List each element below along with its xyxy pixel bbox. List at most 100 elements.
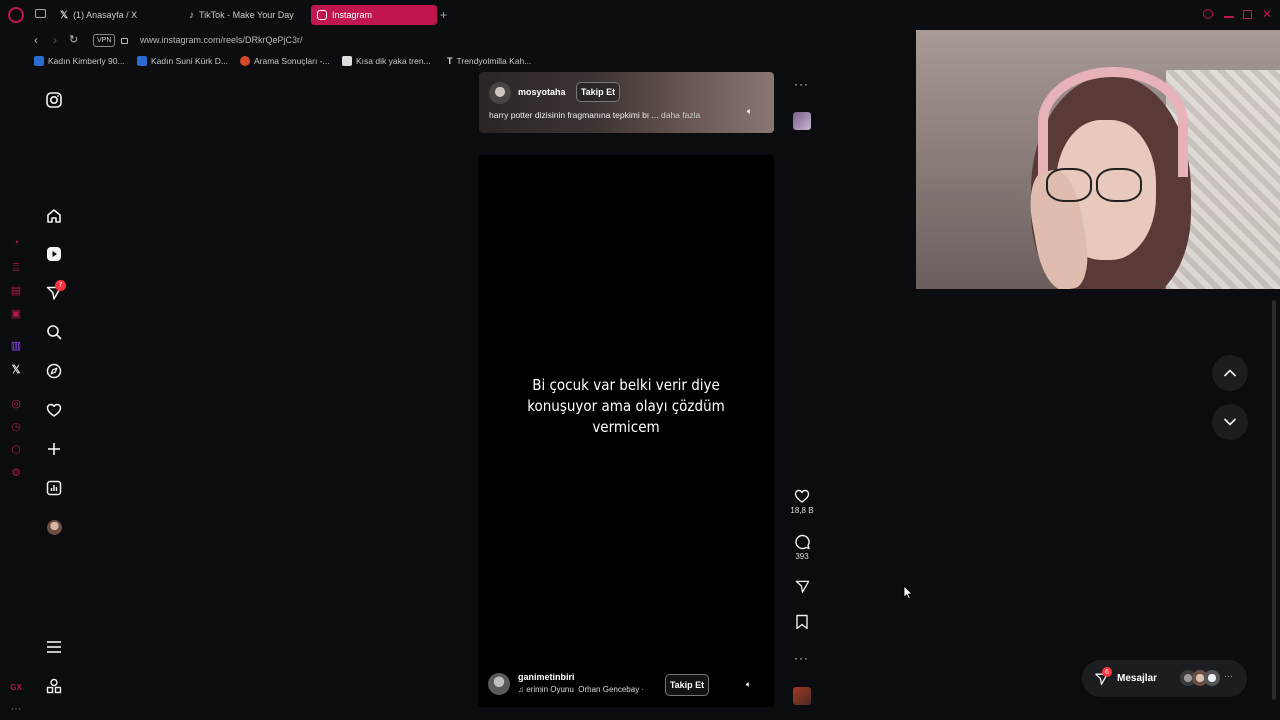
speed-dial-icon[interactable]: ◔ xyxy=(9,236,23,250)
tab-grid-icon[interactable] xyxy=(35,9,46,18)
bookmarks-bar: Kadın Kimberly 90... Kadın Suni Kürk D..… xyxy=(0,52,912,72)
gx-icon[interactable]: GX xyxy=(9,680,23,694)
back-icon[interactable]: ‹ xyxy=(34,33,38,47)
search-icon[interactable] xyxy=(43,321,65,343)
vpn-badge[interactable]: VPN xyxy=(93,34,116,47)
messages-label: Mesajlar xyxy=(1117,673,1158,684)
messages-icon[interactable]: 7 xyxy=(43,280,66,304)
tab-label: TikTok - Make Your Day xyxy=(199,10,294,20)
follow-button[interactable]: Takip Et xyxy=(576,82,620,102)
address-bar: ‹ › ↻ VPN www.instagram.com/reels/DRkrQe… xyxy=(0,30,912,52)
comment-icon[interactable] xyxy=(794,534,811,550)
reel-caption: harry potter dizisinin fragmanına tepkim… xyxy=(489,110,700,120)
bookmark-label: Trendyolmilla Kah... xyxy=(456,56,532,66)
messenger-icon[interactable]: ▣ xyxy=(9,306,23,320)
like-count: 18,8 B xyxy=(790,506,814,515)
heart-icon[interactable] xyxy=(793,488,811,504)
more-options-icon[interactable]: ··· xyxy=(794,77,809,91)
contact-avatar[interactable] xyxy=(1204,670,1220,686)
reels-icon[interactable] xyxy=(43,243,65,265)
bookmark-favicon-icon xyxy=(34,56,44,66)
share-action[interactable] xyxy=(790,579,814,594)
audio-thumbnail[interactable] xyxy=(793,112,811,130)
lock-icon xyxy=(121,38,128,44)
browser-tab-bar: 𝕏 (1) Anasayfa / X ♪ TikTok - Make Your … xyxy=(0,0,1280,30)
bookmark-label: Arama Sonuçları -... xyxy=(254,56,330,66)
more-link[interactable]: daha fazla xyxy=(661,110,700,120)
explore-icon[interactable] xyxy=(43,360,65,382)
opera-sidebar: ◔ ♖ ▤ ▣ ▥ 𝕏 ◎ ◷ ⬡ ⚙ GX ··· xyxy=(0,30,32,720)
bookmark-item[interactable]: Arama Sonuçları -... xyxy=(240,56,330,66)
username[interactable]: ganimetinbiri xyxy=(518,672,575,682)
tab-x[interactable]: 𝕏 (1) Anasayfa / X xyxy=(54,5,182,25)
opera-logo-icon[interactable] xyxy=(8,7,24,23)
bookmark-favicon-icon xyxy=(240,56,250,66)
bookmark-favicon-icon xyxy=(137,56,147,66)
comment-action[interactable]: 393 xyxy=(790,534,814,561)
audio-info[interactable]: ♫ erimin Oyunu Orhan Gencebay · xyxy=(518,685,644,694)
bookmark-icon[interactable] xyxy=(795,614,809,630)
dashboard-icon[interactable] xyxy=(43,477,65,499)
webcam-video xyxy=(916,30,1280,289)
forward-icon[interactable]: › xyxy=(53,33,57,47)
history-icon[interactable]: ◷ xyxy=(9,419,23,433)
scrollbar[interactable] xyxy=(1272,300,1276,700)
x-sidebar-icon[interactable]: 𝕏 xyxy=(9,362,23,376)
profile-avatar[interactable] xyxy=(43,516,65,538)
settings-icon[interactable]: ⚙ xyxy=(9,465,23,479)
chevron-down-icon xyxy=(1223,418,1237,426)
instagram-logo-icon[interactable] xyxy=(43,89,65,111)
like-action[interactable]: 18,8 B xyxy=(790,488,814,515)
player-icon[interactable]: ◎ xyxy=(9,396,23,410)
username[interactable]: mosyotaha xyxy=(518,87,566,97)
next-reel-button[interactable] xyxy=(1212,404,1248,440)
volume-icon[interactable]: 🔈︎ xyxy=(747,106,752,117)
save-action[interactable] xyxy=(790,614,814,630)
previous-reel[interactable]: mosyotaha Takip Et harry potter dizisini… xyxy=(479,72,774,133)
follow-button[interactable]: Takip Et xyxy=(665,674,709,696)
reload-icon[interactable]: ↻ xyxy=(69,33,78,46)
close-icon[interactable]: ✕ xyxy=(1262,7,1272,21)
aria-icon[interactable]: ♖ xyxy=(9,260,23,274)
chevron-up-icon xyxy=(1223,369,1237,377)
bookmark-item[interactable]: Kadın Kimberly 90... xyxy=(34,56,125,66)
bookmark-label: Kadın Kimberly 90... xyxy=(48,56,125,66)
trendyol-icon: T xyxy=(447,56,453,66)
url-field[interactable]: www.instagram.com/reels/DRkrQePjC3r/ xyxy=(140,35,303,45)
volume-icon[interactable]: 🔈︎ xyxy=(746,679,751,690)
bookmark-item[interactable]: Kısa dik yaka tren... xyxy=(342,56,431,66)
bookmark-item[interactable]: Kadın Suni Kürk D... xyxy=(137,56,228,66)
menu-icon[interactable] xyxy=(43,636,65,658)
previous-reel-button[interactable] xyxy=(1212,355,1248,391)
messages-bar[interactable]: 6 Mesajlar ··· xyxy=(1082,660,1247,697)
current-reel[interactable]: Bi çocuk var belki verir diye konuşuyor … xyxy=(478,155,774,707)
extensions-icon[interactable]: ⬡ xyxy=(9,442,23,456)
tiktok-icon: ♪ xyxy=(189,9,194,21)
new-tab-icon[interactable]: + xyxy=(440,8,447,22)
user-avatar[interactable] xyxy=(489,82,511,104)
audio-thumbnail[interactable] xyxy=(793,687,811,705)
music-note-icon: ♫ xyxy=(518,685,524,694)
search-tabs-icon[interactable] xyxy=(1203,9,1213,19)
apps-icon[interactable] xyxy=(43,675,65,697)
caption-text: harry potter dizisinin fragmanına tepkim… xyxy=(489,110,659,120)
chat-icon[interactable]: ▤ xyxy=(9,283,23,297)
tab-instagram[interactable]: Instagram xyxy=(311,5,437,25)
x-icon: 𝕏 xyxy=(60,9,69,21)
more-dots-icon[interactable]: ··· xyxy=(1224,671,1233,681)
bookmark-label: Kadın Suni Kürk D... xyxy=(151,56,229,66)
reel-overlay-text: Bi çocuk var belki verir diye konuşuyor … xyxy=(527,376,725,436)
more-dots-icon[interactable]: ··· xyxy=(9,702,23,716)
home-icon[interactable] xyxy=(43,205,65,227)
bookmark-item[interactable]: T Trendyolmilla Kah... xyxy=(447,56,531,66)
tab-tiktok[interactable]: ♪ TikTok - Make Your Day xyxy=(183,5,311,25)
minimize-icon[interactable] xyxy=(1224,16,1234,18)
notifications-icon[interactable] xyxy=(43,399,65,421)
maximize-icon[interactable] xyxy=(1243,10,1252,19)
twitch-icon[interactable]: ▥ xyxy=(9,338,23,352)
share-icon[interactable] xyxy=(794,579,811,594)
user-avatar[interactable] xyxy=(488,673,510,695)
more-options-icon[interactable]: ··· xyxy=(794,651,809,665)
instagram-icon xyxy=(317,10,327,20)
create-icon[interactable] xyxy=(43,438,65,460)
